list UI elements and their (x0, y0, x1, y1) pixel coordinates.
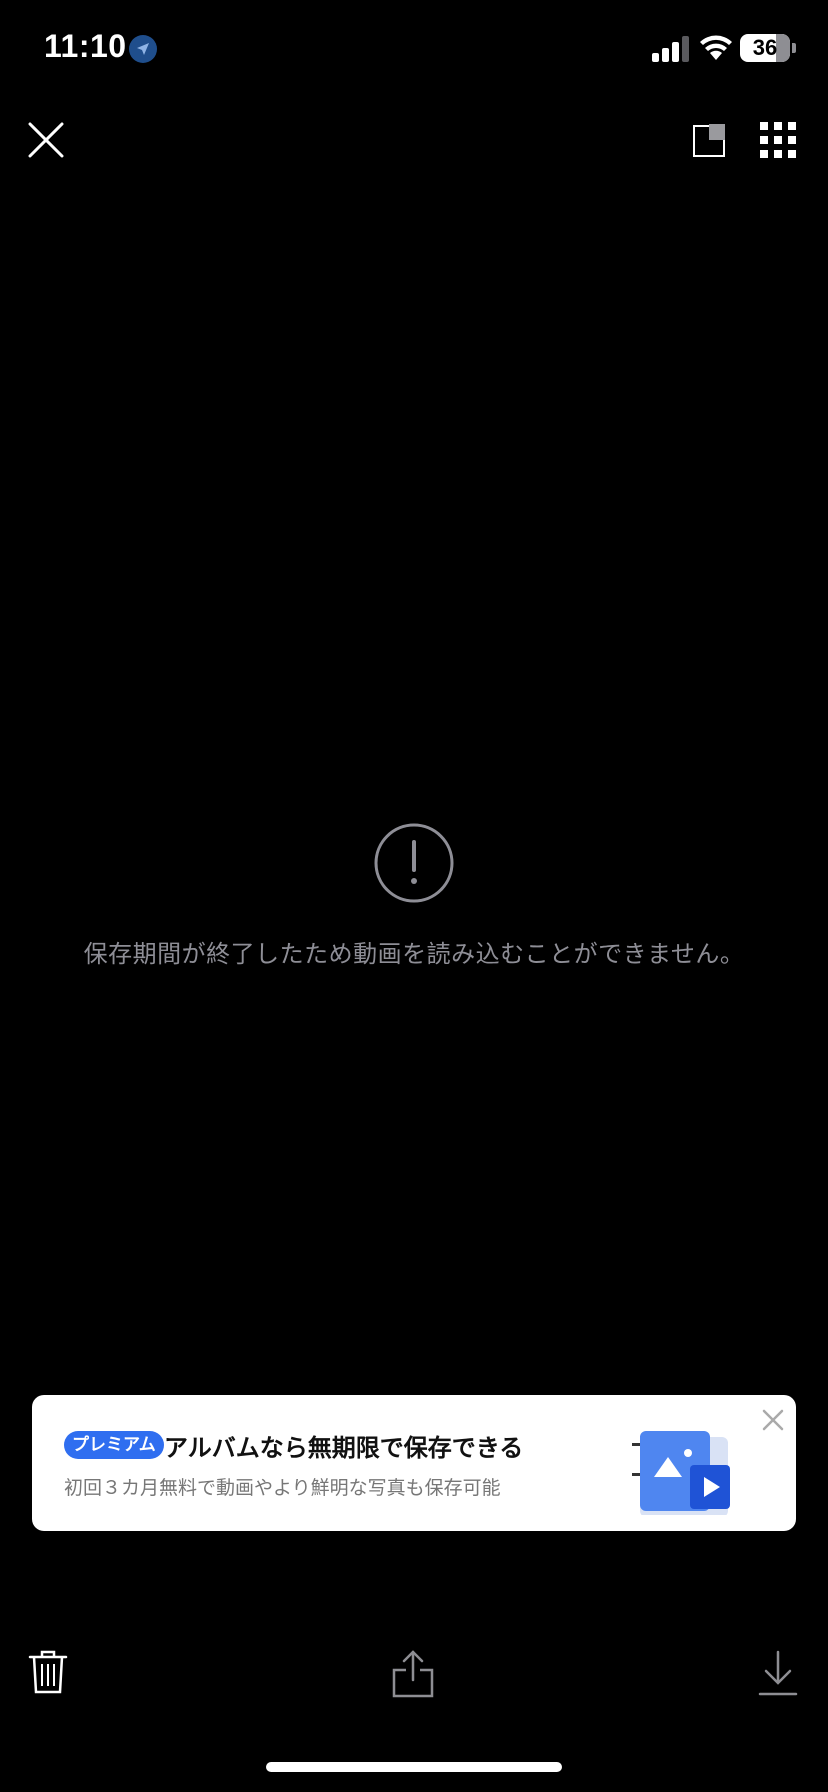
wifi-icon (700, 35, 732, 60)
status-bar: 11:10 36 (0, 0, 828, 100)
download-icon[interactable] (758, 1650, 798, 1696)
battery-level: 36 (752, 35, 778, 60)
picture-in-picture-icon[interactable] (692, 122, 728, 158)
premium-promo-banner[interactable]: プレミアム アルバムなら無期限で保存できる 初回３カ月無料で動画やより鮮明な写真… (32, 1395, 796, 1531)
promo-title: アルバムなら無期限で保存できる (164, 1434, 524, 1462)
promo-close-icon[interactable] (760, 1407, 786, 1433)
error-message: 保存期間が終了したため動画を読み込むことができません。 (83, 940, 745, 968)
status-time: 11:10 (44, 28, 127, 64)
close-icon[interactable] (26, 120, 66, 160)
exclamation-circle-icon (374, 823, 454, 903)
battery-indicator: 36 (740, 34, 790, 62)
share-icon[interactable] (392, 1650, 434, 1698)
video-viewer-screen: 11:10 36 保存期間が終了したため動画を読み込むことができません。 プレミ… (0, 0, 828, 1792)
home-indicator[interactable] (266, 1762, 562, 1772)
location-arrow-icon (129, 35, 157, 63)
grid-icon[interactable] (760, 122, 796, 158)
cellular-signal-icon (652, 36, 689, 62)
trash-icon[interactable] (28, 1650, 68, 1694)
premium-badge: プレミアム (64, 1431, 164, 1459)
promo-subtitle: 初回３カ月無料で動画やより鮮明な写真も保存可能 (64, 1477, 501, 1499)
album-illustration-icon (632, 1431, 730, 1515)
battery-nub (792, 43, 796, 53)
